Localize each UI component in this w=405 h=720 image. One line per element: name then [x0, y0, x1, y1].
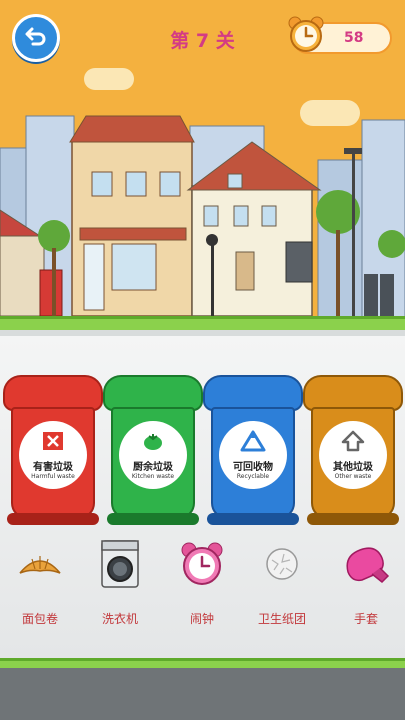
item-glove[interactable]: 手套	[332, 540, 400, 627]
bin-name-en: Other waste	[334, 473, 372, 480]
kitchen-icon	[141, 430, 165, 456]
bin-name-cn: 可回收物	[233, 462, 273, 473]
bin-name-cn: 厨余垃圾	[133, 462, 173, 473]
bin-base	[307, 513, 399, 525]
recyclable-badge: 可回收物 Recyclable	[219, 421, 287, 489]
bin-name-en: Harmful waste	[31, 473, 75, 480]
bin-base	[207, 513, 299, 525]
alarm-clock-timer-icon	[286, 14, 326, 58]
grass-strip	[0, 316, 405, 330]
other-badge: 其他垃圾 Other waste	[319, 421, 387, 489]
item-label: 卫生纸团	[257, 612, 306, 626]
bin-lid	[3, 375, 103, 411]
tissue-ball-icon	[258, 540, 306, 588]
bin-base	[107, 513, 199, 525]
bin-name-cn: 其他垃圾	[333, 462, 373, 473]
item-label: 手套	[353, 612, 378, 626]
alarm-clock-icon	[178, 540, 226, 588]
bin-kitchen[interactable]: 厨余垃圾 Kitchen waste	[103, 375, 203, 525]
bin-recyclable[interactable]: 可回收物 Recyclable	[203, 375, 303, 525]
washing-machine-icon	[96, 540, 144, 588]
harmful-badge: 有害垃圾 Harmful waste	[19, 421, 87, 489]
bottom-bar	[0, 668, 405, 720]
item-croissant[interactable]: 面包卷	[6, 540, 74, 627]
item-tissue-ball[interactable]: 卫生纸团	[248, 540, 316, 627]
recycle-icon	[240, 430, 266, 456]
bin-lid	[103, 375, 203, 411]
bin-other[interactable]: 其他垃圾 Other waste	[303, 375, 403, 525]
item-label: 面包卷	[21, 612, 58, 626]
bin-name-en: Recyclable	[236, 473, 270, 480]
croissant-icon	[16, 540, 64, 588]
bottom-grass	[0, 658, 405, 668]
item-alarm-clock[interactable]: 闹钟	[168, 540, 236, 627]
item-label: 洗衣机	[101, 612, 138, 626]
other-icon	[341, 430, 365, 456]
item-label: 闹钟	[189, 612, 214, 626]
kitchen-badge: 厨余垃圾 Kitchen waste	[119, 421, 187, 489]
bin-lid	[303, 375, 403, 411]
bin-name-en: Kitchen waste	[131, 473, 175, 480]
bin-lid	[203, 375, 303, 411]
glove-icon	[342, 540, 390, 588]
bin-base	[7, 513, 99, 525]
item-washing-machine[interactable]: 洗衣机	[86, 540, 154, 627]
bin-harmful[interactable]: 有害垃圾 Harmful waste	[3, 375, 103, 525]
timer-value: 58	[344, 30, 364, 46]
harmful-icon	[41, 430, 65, 456]
bin-name-cn: 有害垃圾	[33, 462, 73, 473]
